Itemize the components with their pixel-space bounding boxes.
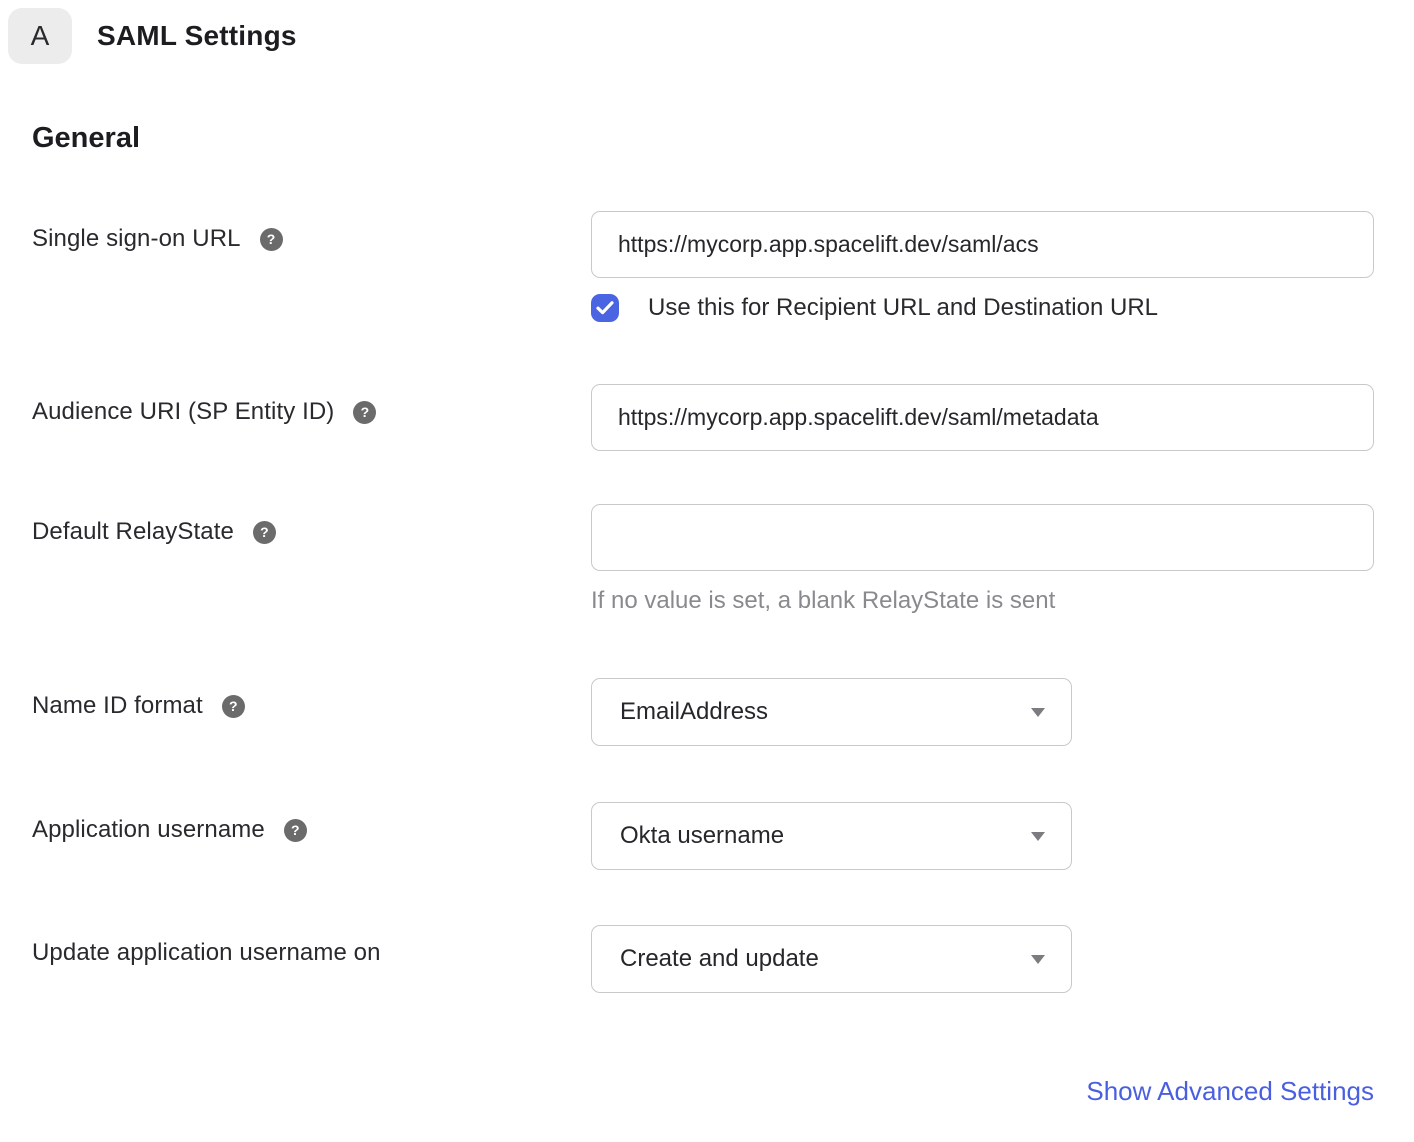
recipient-url-checkbox-row: Use this for Recipient URL and Destinati… xyxy=(591,294,1374,322)
update-application-username-selected-value: Create and update xyxy=(620,945,819,973)
saml-settings-header: A SAML Settings xyxy=(8,8,1414,64)
update-application-username-select[interactable]: Create and update xyxy=(591,925,1072,993)
application-username-label: Application username xyxy=(32,816,265,844)
field-row-application-username: Application username ? Okta username xyxy=(32,802,1374,870)
page-title: SAML Settings xyxy=(97,20,297,52)
chevron-down-icon xyxy=(1031,832,1045,841)
field-row-name-id-format: Name ID format ? EmailAddress xyxy=(32,678,1374,746)
default-relaystate-label: Default RelayState xyxy=(32,518,234,546)
default-relaystate-hint: If no value is set, a blank RelayState i… xyxy=(591,587,1374,615)
field-row-audience-uri: Audience URI (SP Entity ID) ? xyxy=(32,384,1374,451)
name-id-format-selected-value: EmailAddress xyxy=(620,698,768,726)
help-icon[interactable]: ? xyxy=(260,228,283,251)
help-icon[interactable]: ? xyxy=(284,819,307,842)
audience-uri-input[interactable] xyxy=(591,384,1374,451)
field-row-update-application-username: Update application username on Create an… xyxy=(32,925,1374,993)
help-icon[interactable]: ? xyxy=(222,695,245,718)
default-relaystate-input[interactable] xyxy=(591,504,1374,571)
single-sign-on-url-label: Single sign-on URL xyxy=(32,225,241,253)
name-id-format-select[interactable]: EmailAddress xyxy=(591,678,1072,746)
application-username-select[interactable]: Okta username xyxy=(591,802,1072,870)
section-title-general: General xyxy=(32,122,1374,155)
field-row-single-sign-on-url: Single sign-on URL ? Use this for Recipi… xyxy=(32,211,1374,322)
update-application-username-label: Update application username on xyxy=(32,939,381,967)
single-sign-on-url-input[interactable] xyxy=(591,211,1374,278)
chevron-down-icon xyxy=(1031,708,1045,717)
use-for-recipient-url-label: Use this for Recipient URL and Destinati… xyxy=(648,294,1158,322)
audience-uri-label: Audience URI (SP Entity ID) xyxy=(32,398,334,426)
help-icon[interactable]: ? xyxy=(353,401,376,424)
chevron-down-icon xyxy=(1031,955,1045,964)
checkmark-icon xyxy=(596,301,614,315)
help-icon[interactable]: ? xyxy=(253,521,276,544)
application-username-selected-value: Okta username xyxy=(620,822,784,850)
field-row-default-relaystate: Default RelayState ? If no value is set,… xyxy=(32,504,1374,615)
footer: Show Advanced Settings xyxy=(32,1076,1374,1107)
app-letter-badge: A xyxy=(8,8,72,64)
name-id-format-label: Name ID format xyxy=(32,692,203,720)
show-advanced-settings-link[interactable]: Show Advanced Settings xyxy=(1086,1076,1374,1106)
use-for-recipient-url-checkbox[interactable] xyxy=(591,294,619,322)
